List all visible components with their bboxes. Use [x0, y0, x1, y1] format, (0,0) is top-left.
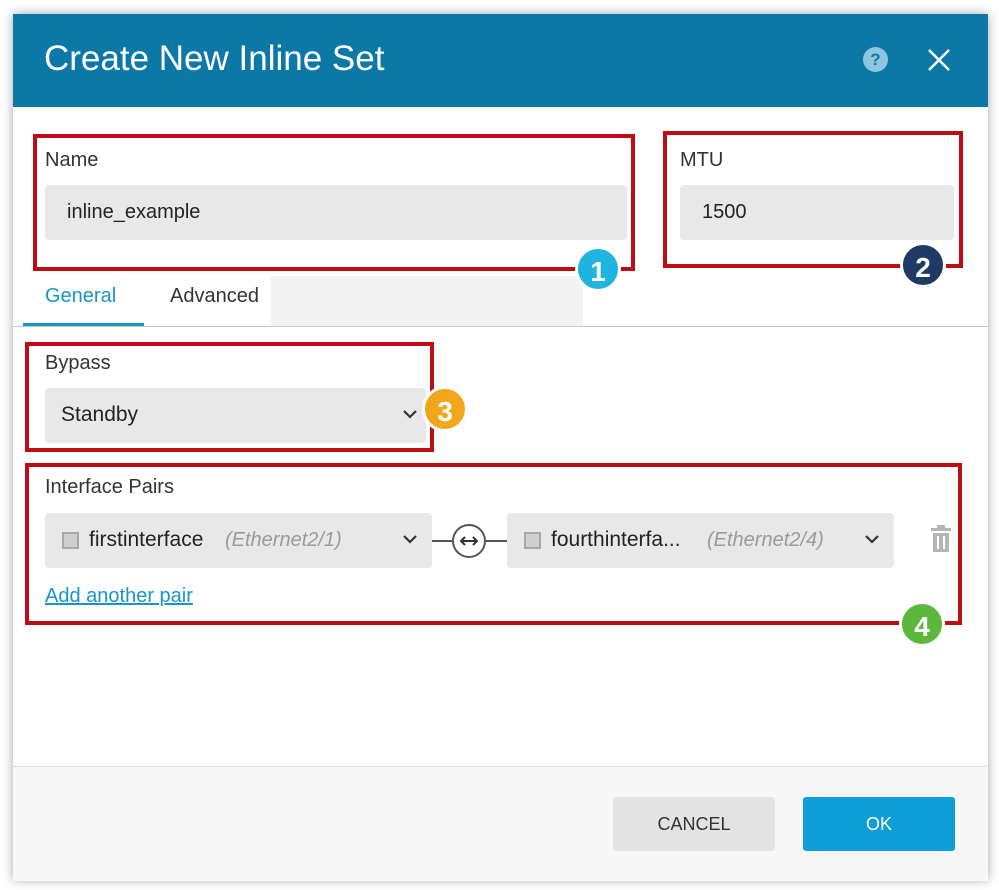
annotation-badge-4: 4: [899, 601, 945, 647]
annotation-badge-3: 3: [422, 386, 468, 432]
tabs-divider: [13, 326, 988, 327]
annotation-badge-1: 1: [575, 246, 621, 292]
cancel-button[interactable]: CANCEL: [613, 797, 775, 851]
tab-bar-blank-area: [271, 276, 583, 326]
dialog-header: Create New Inline Set ?: [13, 14, 988, 107]
tab-general[interactable]: General: [45, 283, 116, 309]
dialog-title: Create New Inline Set: [44, 39, 385, 78]
annotation-box-name: [33, 134, 635, 271]
annotation-box-bypass: [25, 342, 434, 452]
ok-button[interactable]: OK: [803, 797, 955, 851]
annotation-box-interface-pairs: [25, 463, 962, 625]
annotation-badge-2: 2: [900, 242, 946, 288]
tab-advanced[interactable]: Advanced: [170, 283, 259, 309]
close-icon[interactable]: [926, 47, 952, 73]
question-circle-icon[interactable]: ?: [863, 47, 888, 72]
